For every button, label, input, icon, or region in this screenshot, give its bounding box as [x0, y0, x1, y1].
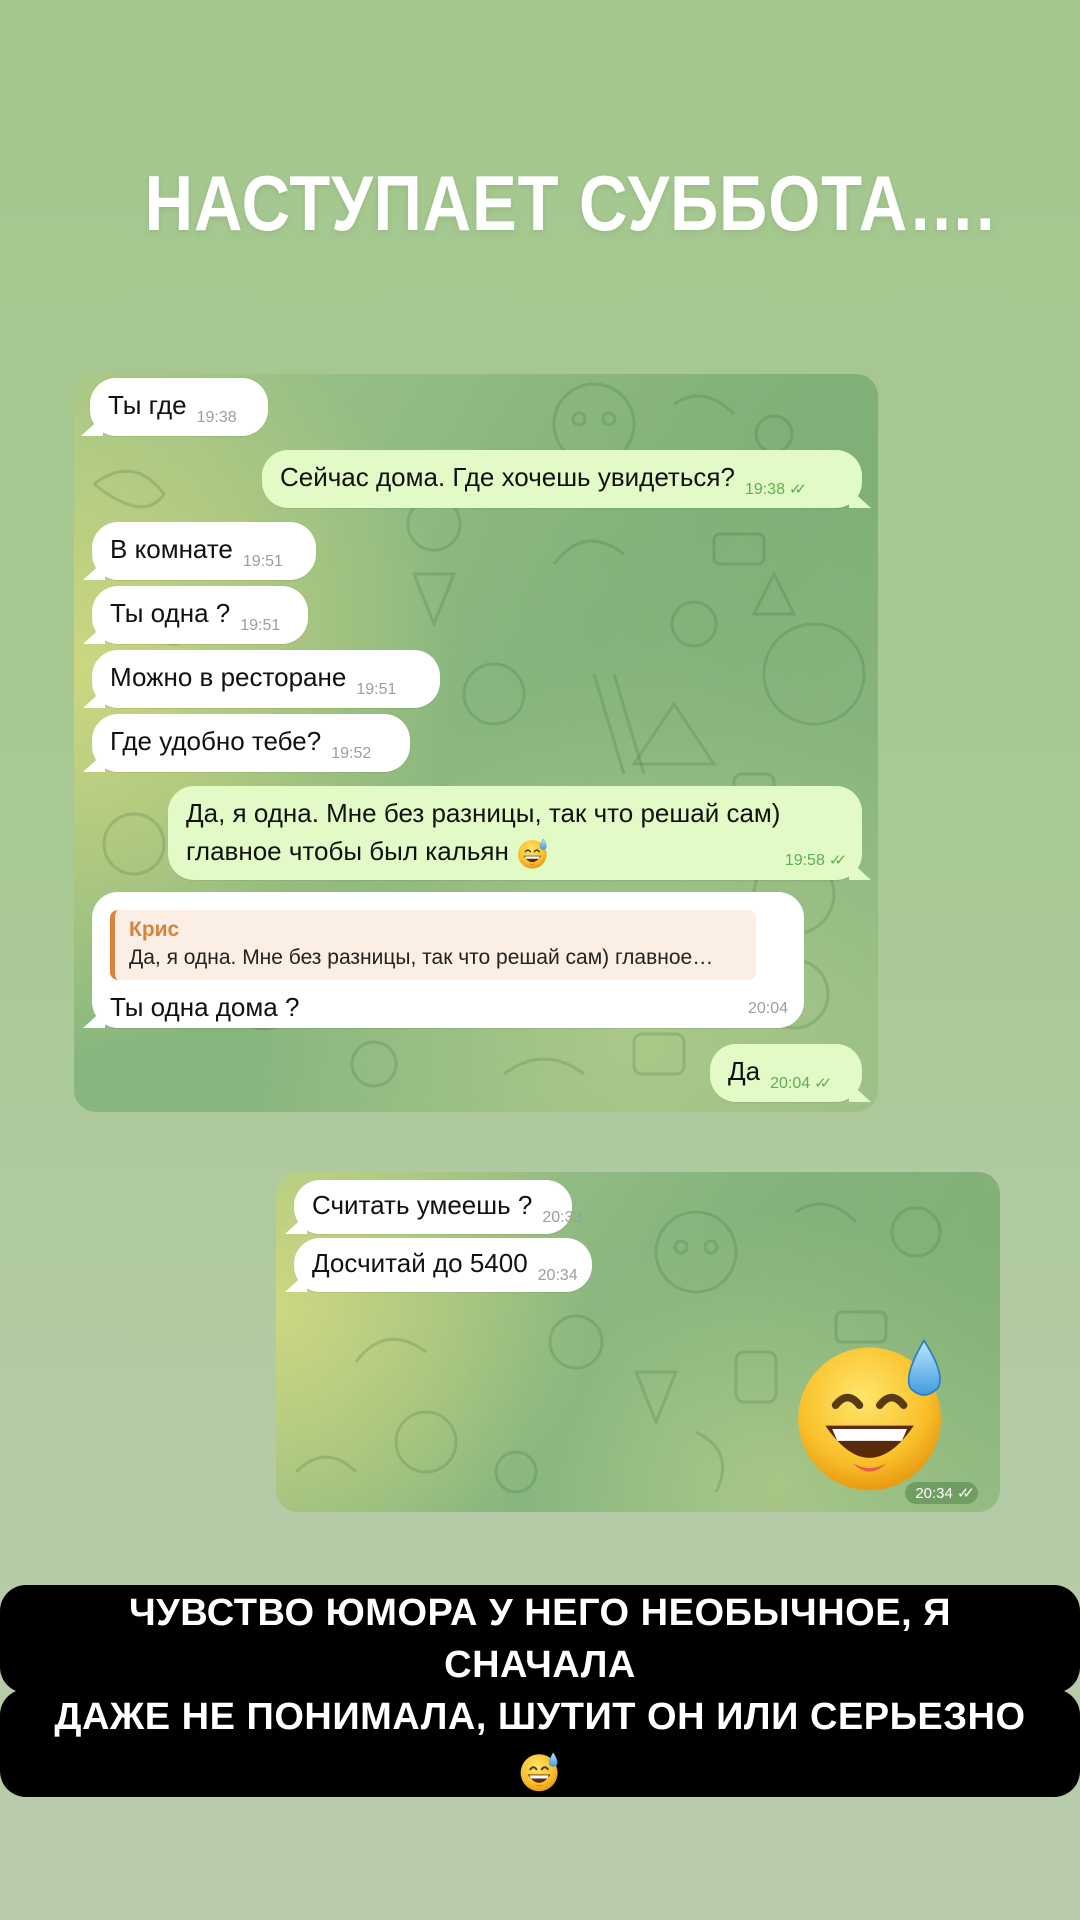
caption-line-1: ЧУВСТВО ЮМОРА У НЕГО НЕОБЫЧНОЕ, Я СНАЧАЛ…	[0, 1585, 1080, 1693]
message-text: Сейчас дома. Где хочешь увидеться?	[280, 462, 735, 492]
message-text: Ты где	[108, 390, 187, 420]
read-checkmarks-icon: ✓✓	[828, 852, 847, 869]
message-bubble-outgoing[interactable]: Да 20:04 ✓✓	[710, 1044, 862, 1102]
message-bubble-incoming[interactable]: Где удобно тебе? 19:52	[92, 714, 410, 772]
reply-quote[interactable]: Крис Да, я одна. Мне без разницы, так чт…	[110, 910, 756, 980]
message-bubble-incoming[interactable]: В комнате 19:51	[92, 522, 316, 580]
read-checkmarks-icon: ✓✓	[814, 1075, 832, 1092]
read-checkmarks-icon: ✓✓	[956, 1485, 975, 1502]
message-time: 20:33	[542, 1209, 583, 1226]
message-bubble-incoming[interactable]: Ты где 19:38	[90, 378, 268, 436]
sticker-time-badge: 20:34 ✓✓	[905, 1482, 978, 1504]
reply-quote-text: Да, я одна. Мне без разницы, так что реш…	[129, 946, 714, 969]
chat-screenshot-1: Ты где 19:38 Сейчас дома. Где хочешь увид…	[74, 374, 878, 1112]
message-time: 20:34	[537, 1267, 578, 1284]
read-checkmarks-icon: ✓✓	[788, 481, 807, 498]
message-bubble-incoming-reply[interactable]: Крис Да, я одна. Мне без разницы, так чт…	[92, 892, 804, 1028]
message-time: 19:58 ✓✓	[784, 852, 847, 869]
message-text: Где удобно тебе?	[110, 726, 322, 756]
story-title: НАСТУПАЕТ СУББОТА….	[144, 159, 996, 247]
message-time: 19:38	[196, 409, 237, 426]
sweat-smile-emoji-icon	[518, 1749, 562, 1793]
message-text: Досчитай до 5400	[312, 1248, 528, 1278]
reply-author-name: Крис	[129, 918, 180, 941]
story-caption: ЧУВСТВО ЮМОРА У НЕГО НЕОБЫЧНОЕ, Я СНАЧАЛ…	[0, 1585, 1080, 1797]
message-text: Ты одна дома ?	[110, 992, 300, 1022]
message-time: 19:51	[242, 553, 283, 570]
message-bubble-incoming[interactable]: Ты одна ? 19:51	[92, 586, 308, 644]
message-bubble-incoming[interactable]: Считать умеешь ? 20:33	[294, 1180, 582, 1234]
caption-line-2: ДАЖЕ НЕ ПОНИМАЛА, ШУТИТ ОН ИЛИ СЕРЬЕЗНО	[0, 1689, 1080, 1797]
chat-screenshot-2: Считать умеешь ? 20:33 Досчитай до 5400 20…	[276, 1172, 1000, 1512]
message-text: Считать умеешь ?	[312, 1190, 533, 1220]
message-bubble-outgoing[interactable]: Да, я одна. Мне без разницы, так что реш…	[168, 786, 862, 880]
message-time: 20:04	[747, 1000, 788, 1017]
message-bubble-incoming[interactable]: Можно в ресторане 19:51	[92, 650, 440, 708]
message-time: 19:52	[331, 745, 372, 762]
sweat-smile-sticker-icon[interactable]	[788, 1327, 958, 1497]
message-text: Да	[728, 1056, 761, 1086]
message-text: Ты одна ?	[110, 598, 231, 628]
message-time: 19:38	[744, 481, 785, 498]
message-text-line-1: Да, я одна. Мне без разницы, так что реш…	[186, 798, 781, 828]
message-text: В комнате	[110, 534, 233, 564]
message-bubble-incoming[interactable]: Досчитай до 5400 20:34	[294, 1238, 592, 1292]
message-bubble-outgoing[interactable]: Сейчас дома. Где хочешь увидеться? 19:38 ✓…	[262, 450, 862, 508]
message-time: 19:51	[356, 681, 397, 698]
message-text-line-2: главное чтобы был кальян	[186, 832, 844, 870]
message-time: 19:51	[240, 617, 281, 634]
message-time: 20:04	[770, 1075, 811, 1092]
message-text: Можно в ресторане	[110, 662, 347, 692]
sweat-smile-emoji-icon	[516, 836, 550, 870]
